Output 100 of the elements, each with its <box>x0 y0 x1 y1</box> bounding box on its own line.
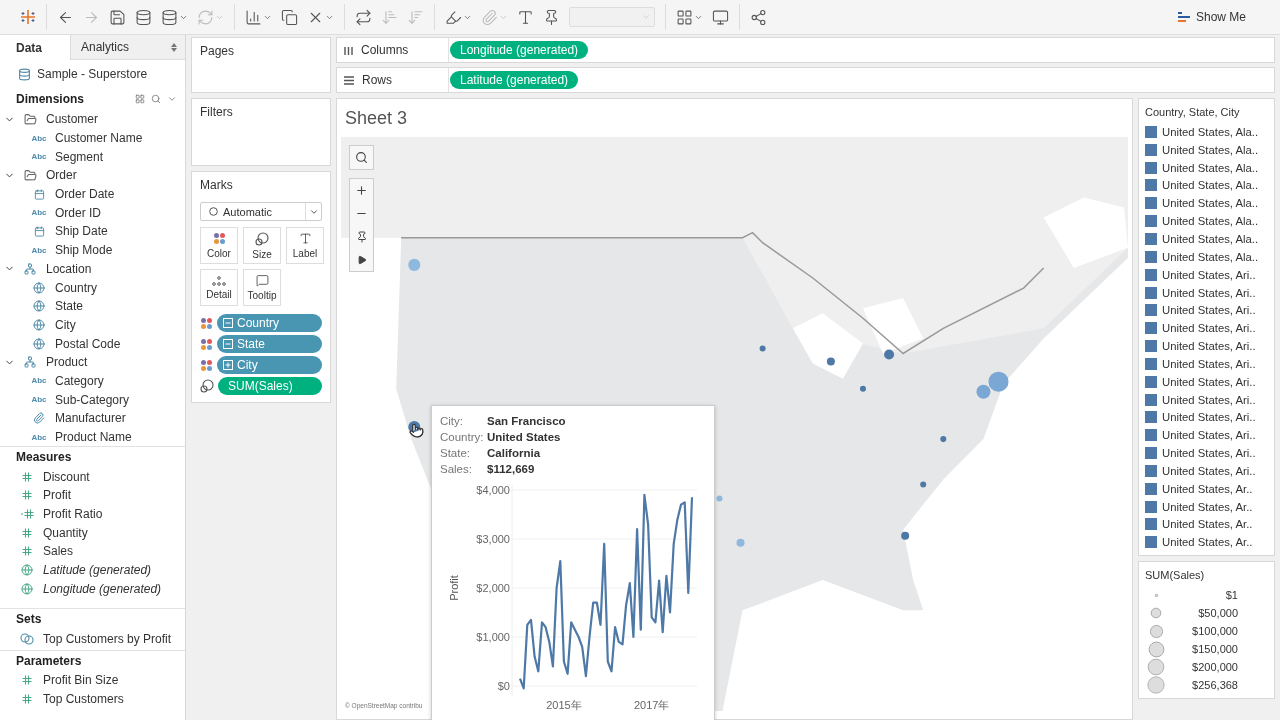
swap-button[interactable] <box>355 8 372 26</box>
field-item[interactable]: Order <box>0 166 185 185</box>
bar-chart-button[interactable] <box>245 8 272 26</box>
save-button[interactable] <box>109 8 126 26</box>
field-item[interactable]: Profit <box>0 486 185 505</box>
field-item[interactable]: Quantity <box>0 523 185 543</box>
abc-type-icon: Abc <box>31 395 47 405</box>
abc-type-icon: Abc <box>31 376 47 386</box>
field-item[interactable]: Country <box>0 278 185 297</box>
search-icon <box>355 151 368 164</box>
tooltip-value: San Francisco <box>487 415 566 427</box>
legend-title: Country, State, City <box>1144 105 1241 120</box>
color-dots-icon <box>200 358 213 372</box>
mark-type-dropdown[interactable]: Automatic <box>200 202 322 221</box>
show-me-button[interactable]: Show Me <box>1171 9 1252 25</box>
calendar-icon <box>33 188 45 200</box>
pin-button[interactable] <box>543 8 560 26</box>
mark-encoding-button[interactable]: Label <box>286 227 324 264</box>
speech-bubble-icon <box>255 274 269 287</box>
field-item[interactable]: Sales <box>0 542 185 561</box>
field-item[interactable]: Latitude (generated) <box>0 560 185 580</box>
pane-tab[interactable]: Analytics <box>70 35 185 60</box>
field-item[interactable]: Ship Date <box>0 222 185 241</box>
field-item[interactable]: Abc Sub-Category <box>0 390 185 409</box>
field-item[interactable]: Top Customers <box>0 689 185 709</box>
field-item[interactable]: Discount <box>0 467 185 487</box>
field-item[interactable]: Location <box>0 259 185 279</box>
text-button[interactable] <box>517 8 534 26</box>
field-item[interactable]: Abc Product Name <box>0 427 185 447</box>
datasource-icon <box>18 67 31 81</box>
legend-label: United States, Ar.. <box>1162 518 1253 531</box>
legend-label: United States, Ala.. <box>1162 197 1259 210</box>
field-item[interactable]: Product <box>0 352 185 372</box>
rows-icon <box>344 75 354 85</box>
size-icon <box>200 379 214 393</box>
database-button[interactable] <box>161 8 188 26</box>
grid-icon[interactable] <box>135 94 145 104</box>
search-icon[interactable] <box>151 94 161 104</box>
field-item[interactable]: State <box>0 296 185 316</box>
bar-chart-icon <box>245 8 262 26</box>
field-item[interactable]: Abc Ship Mode <box>0 240 185 260</box>
field-item[interactable]: Top Customers by Profit <box>0 629 185 649</box>
folder-icon <box>23 112 37 126</box>
expand-icon[interactable] <box>223 360 233 370</box>
hierarchy-icon <box>24 262 36 275</box>
number-icon <box>22 675 32 686</box>
field-item[interactable]: Longitude (generated) <box>0 579 185 599</box>
size-circle-icon <box>1147 674 1165 697</box>
paperclip-icon <box>481 8 498 26</box>
legend-label: United States, Ala.. <box>1162 161 1259 174</box>
field-item[interactable]: Abc Order ID <box>0 203 185 223</box>
size-icon <box>255 231 269 246</box>
copy-button[interactable] <box>281 8 298 26</box>
mark-encoding-button[interactable]: Color <box>200 227 238 264</box>
section-title: Dimensions <box>16 92 84 106</box>
legend-label: United States, Ala.. <box>1162 250 1259 263</box>
grid-button[interactable] <box>676 8 703 26</box>
legend-label: $1 <box>1225 589 1238 602</box>
monitor-icon <box>712 8 729 26</box>
legend-label: United States, Ari.. <box>1162 447 1256 460</box>
size-circle-icon <box>1147 657 1165 678</box>
field-item[interactable]: Abc Category <box>0 371 185 391</box>
columns-icon <box>344 45 353 55</box>
legend-label: United States, Ala.. <box>1162 215 1259 228</box>
field-item[interactable]: Abc Segment <box>0 147 185 167</box>
save-icon <box>109 8 126 26</box>
legend-label: United States, Ari.. <box>1162 304 1256 317</box>
legend-label: United States, Ari.. <box>1162 429 1256 442</box>
mark-encoding-button[interactable]: Size <box>243 227 281 264</box>
size-circle-icon <box>1150 607 1162 620</box>
collapse-icon[interactable] <box>223 339 233 349</box>
datasource-name: Sample - Superstore <box>37 67 148 81</box>
highlighter-button[interactable] <box>445 8 472 26</box>
field-item[interactable]: Postal Code <box>0 334 185 353</box>
paperclip-icon <box>33 412 45 425</box>
field-item[interactable]: Abc Customer Name <box>0 128 185 148</box>
legend-title: SUM(Sales) <box>1144 568 1206 584</box>
color-dots-icon <box>200 337 213 351</box>
tooltip-label: Sales: <box>440 463 473 475</box>
monitor-button[interactable] <box>712 8 729 26</box>
shelf-label: Rows <box>362 73 392 87</box>
pin-icon <box>355 230 368 243</box>
abc-type-icon: Abc <box>31 152 47 162</box>
share-button[interactable] <box>750 8 767 26</box>
axis-tick-label: 2015年 <box>546 699 582 711</box>
axis-tick-label: $4,000 <box>476 484 510 496</box>
field-item[interactable]: Manufacturer <box>0 409 185 428</box>
field-item[interactable]: Profit Ratio <box>0 504 185 524</box>
mark-encoding-button[interactable]: Detail <box>200 269 238 306</box>
field-item[interactable]: Customer <box>0 110 185 129</box>
field-item[interactable]: Order Date <box>0 184 185 204</box>
collapse-icon[interactable] <box>223 318 233 328</box>
legend-label: United States, Ala.. <box>1162 233 1259 245</box>
hierarchy-icon <box>24 356 36 369</box>
field-item[interactable]: City <box>0 315 185 335</box>
number-icon <box>22 471 32 482</box>
size-circle-icon <box>1148 623 1164 639</box>
mark-encoding-button[interactable]: Tooltip <box>243 269 281 306</box>
pin-icon <box>543 8 560 26</box>
field-item[interactable]: Profit Bin Size <box>0 671 185 690</box>
